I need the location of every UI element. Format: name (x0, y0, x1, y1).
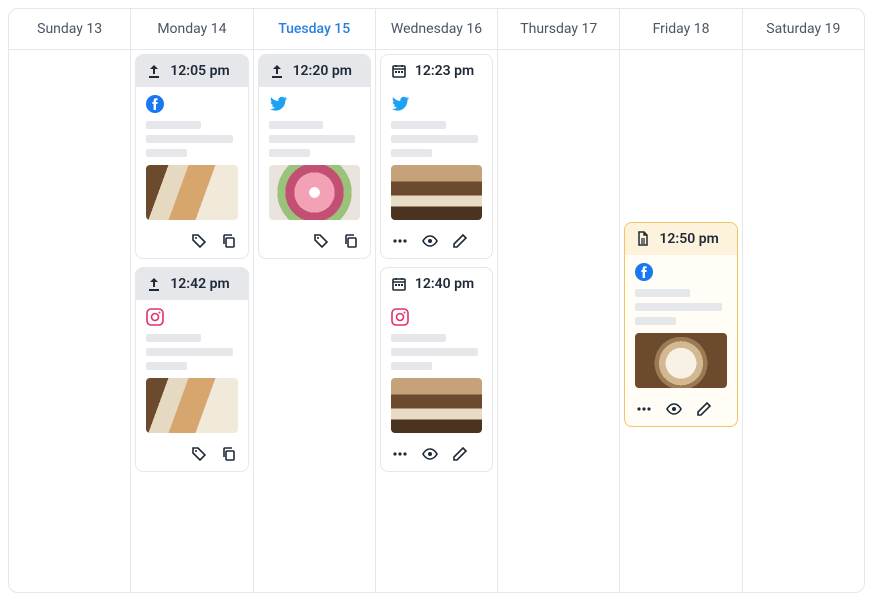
more-icon[interactable] (391, 445, 409, 463)
post-card[interactable]: 12:23 pm (380, 54, 493, 259)
day-column-tuesday: Tuesday 15 12:20 pm (254, 9, 376, 592)
day-column-thursday: Thursday 17 (498, 9, 620, 592)
day-column-saturday: Saturday 19 (743, 9, 864, 592)
day-header[interactable]: Friday 18 (620, 9, 741, 50)
post-card-draft[interactable]: 12:50 pm (624, 222, 737, 427)
day-column-monday: Monday 14 12:05 pm (131, 9, 253, 592)
instagram-icon (146, 308, 164, 326)
post-time: 12:23 pm (415, 63, 474, 79)
day-column-wednesday: Wednesday 16 12:23 pm (376, 9, 498, 592)
post-time-header: 12:50 pm (625, 223, 736, 255)
day-body[interactable]: 12:05 pm 12:42 pm (131, 50, 252, 592)
post-text-placeholder (635, 289, 726, 325)
calendar-week-view: Sunday 13 Monday 14 12:05 pm (8, 8, 865, 593)
day-header[interactable]: Thursday 17 (498, 9, 619, 50)
scheduled-icon (391, 63, 407, 79)
day-body[interactable]: 12:20 pm (254, 50, 375, 592)
post-thumbnail (391, 165, 482, 220)
scheduled-icon (391, 276, 407, 292)
tag-icon[interactable] (312, 232, 330, 250)
post-thumbnail (391, 378, 482, 433)
post-card[interactable]: 12:20 pm (258, 54, 371, 259)
copy-icon[interactable] (342, 232, 360, 250)
post-time: 12:40 pm (415, 276, 474, 292)
post-time-header: 12:40 pm (381, 268, 492, 300)
post-thumbnail (269, 165, 360, 220)
preview-icon[interactable] (665, 400, 683, 418)
facebook-icon (146, 95, 164, 113)
post-text-placeholder (269, 121, 360, 157)
post-card[interactable]: 12:42 pm (135, 267, 248, 472)
post-thumbnail (146, 378, 237, 433)
post-text-placeholder (391, 121, 482, 157)
day-header[interactable]: Monday 14 (131, 9, 252, 50)
day-body[interactable] (498, 50, 619, 592)
post-card[interactable]: 12:05 pm (135, 54, 248, 259)
post-time-header: 12:20 pm (259, 55, 370, 87)
published-icon (146, 63, 162, 79)
published-icon (146, 276, 162, 292)
tag-icon[interactable] (190, 445, 208, 463)
more-icon[interactable] (391, 232, 409, 250)
day-column-sunday: Sunday 13 (9, 9, 131, 592)
published-icon (269, 63, 285, 79)
post-time-header: 12:23 pm (381, 55, 492, 87)
post-time: 12:05 pm (170, 63, 229, 79)
post-time-header: 12:05 pm (136, 55, 247, 87)
tag-icon[interactable] (190, 232, 208, 250)
twitter-icon (391, 95, 409, 113)
day-header[interactable]: Sunday 13 (9, 9, 130, 50)
preview-icon[interactable] (421, 232, 439, 250)
draft-icon (635, 231, 651, 247)
day-header[interactable]: Wednesday 16 (376, 9, 497, 50)
post-text-placeholder (391, 334, 482, 370)
preview-icon[interactable] (421, 445, 439, 463)
post-time: 12:50 pm (659, 231, 718, 247)
edit-icon[interactable] (451, 232, 469, 250)
post-card[interactable]: 12:40 pm (380, 267, 493, 472)
edit-icon[interactable] (695, 400, 713, 418)
facebook-icon (635, 263, 653, 281)
post-thumbnail (146, 165, 237, 220)
copy-icon[interactable] (220, 445, 238, 463)
post-time: 12:20 pm (293, 63, 352, 79)
post-time: 12:42 pm (170, 276, 229, 292)
day-header[interactable]: Tuesday 15 (254, 9, 375, 50)
day-body[interactable] (9, 50, 130, 592)
more-icon[interactable] (635, 400, 653, 418)
day-header[interactable]: Saturday 19 (743, 9, 864, 50)
post-text-placeholder (146, 121, 237, 157)
day-body[interactable]: 12:50 pm (620, 50, 741, 592)
post-thumbnail (635, 333, 726, 388)
post-text-placeholder (146, 334, 237, 370)
instagram-icon (391, 308, 409, 326)
day-column-friday: Friday 18 12:50 pm (620, 9, 742, 592)
post-time-header: 12:42 pm (136, 268, 247, 300)
copy-icon[interactable] (220, 232, 238, 250)
twitter-icon (269, 95, 287, 113)
edit-icon[interactable] (451, 445, 469, 463)
day-body[interactable]: 12:23 pm 12:40 pm (376, 50, 497, 592)
day-body[interactable] (743, 50, 864, 592)
